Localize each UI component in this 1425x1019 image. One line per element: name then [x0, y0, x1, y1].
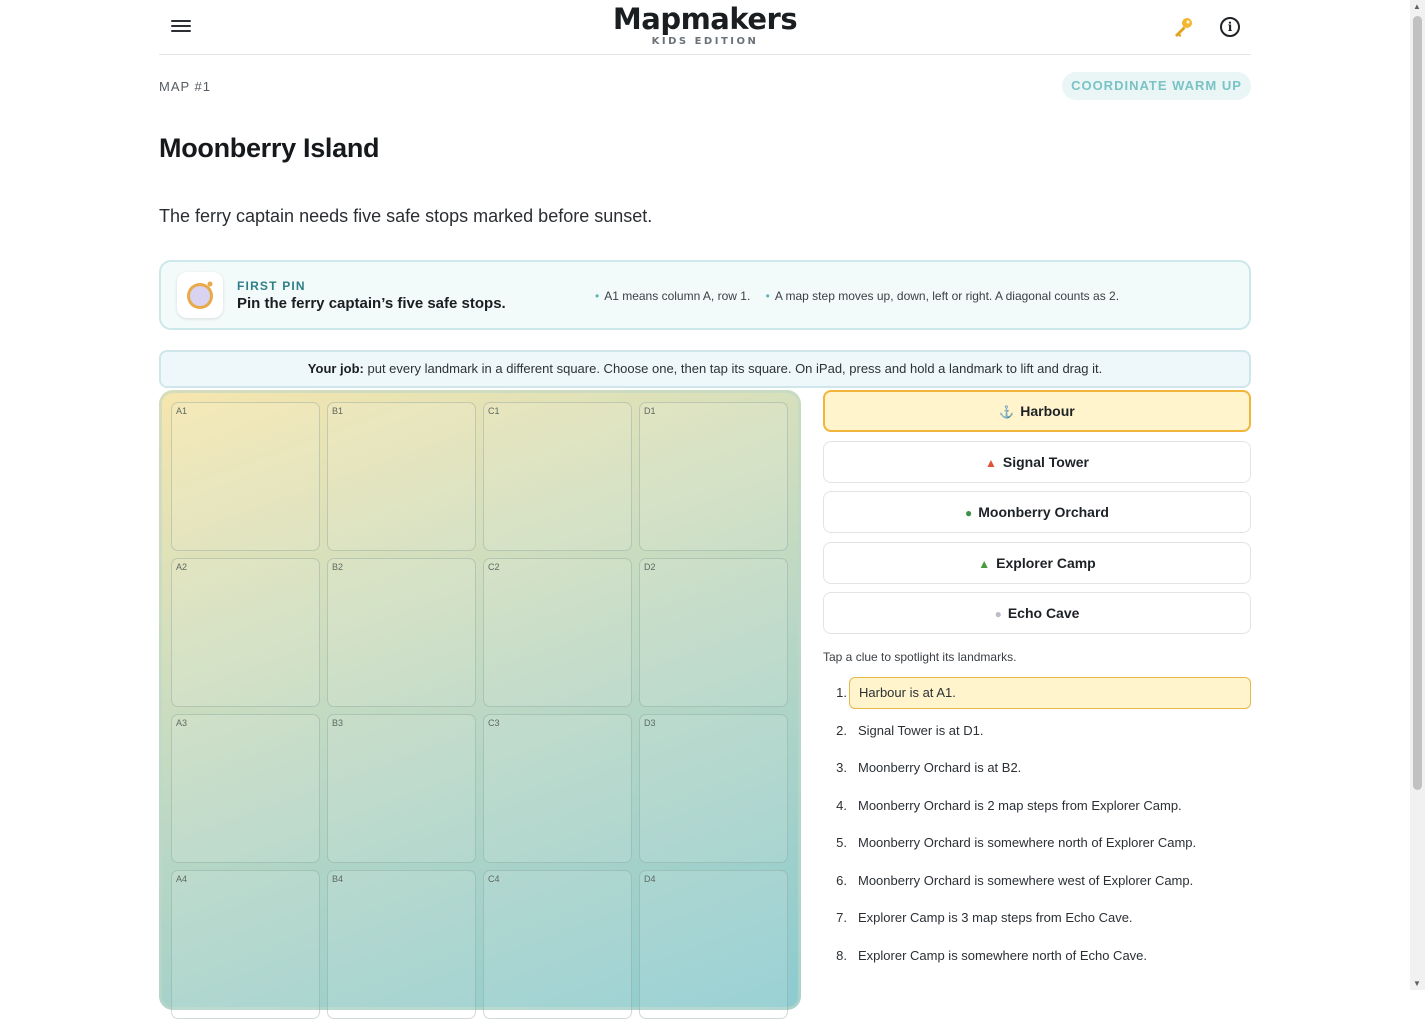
job-text: put every landmark in a different square…	[363, 361, 1103, 376]
clue-item[interactable]: 1. Harbour is at A1.	[823, 677, 1251, 709]
tree-icon: ●	[965, 506, 973, 520]
cell-coordinate-label: B1	[332, 406, 344, 416]
clue-number: 1.	[836, 685, 847, 700]
cell-coordinate-label: D3	[644, 718, 656, 728]
clue-number: 4.	[836, 797, 847, 813]
first-pin-tips: • A1 means column A, row 1. • A map step m…	[595, 289, 1131, 303]
tower-icon: ▲	[985, 455, 997, 470]
landmark-label: Explorer Camp	[996, 554, 1096, 571]
clue-item[interactable]: 5. Moonberry Orchard is somewhere north o…	[823, 827, 1251, 859]
cell-coordinate-label: A1	[176, 406, 188, 416]
clue-text: Harbour is at A1.	[849, 677, 1251, 709]
landmark-label: Moonberry Orchard	[978, 504, 1109, 520]
compass-icon	[177, 272, 223, 318]
clue-number: 8.	[836, 947, 847, 963]
clue-number: 2.	[836, 722, 847, 738]
tip-text: A1 means column A, row 1.	[604, 289, 751, 303]
clue-number: 3.	[836, 760, 847, 775]
cell-coordinate-label: D2	[644, 562, 656, 572]
landmark-label: Harbour	[1020, 403, 1075, 419]
key-icon[interactable]	[1171, 15, 1195, 39]
cell-coordinate-label: D4	[644, 874, 656, 884]
clue-item[interactable]: 3. Moonberry Orchard is at B2.	[823, 752, 1251, 784]
tent-icon: ▲	[978, 556, 991, 571]
landmark-moonberry-orchard-button[interactable]: ● Moonberry Orchard	[823, 491, 1251, 533]
brand: Mapmakers KIDS EDITION	[159, 2, 1251, 48]
landmark-explorer-camp-button[interactable]: ▲ Explorer Camp	[823, 541, 1251, 584]
app-header: Mapmakers KIDS EDITION i	[159, 0, 1251, 55]
cell-coordinate-label: A4	[176, 874, 188, 884]
map-number-label: MAP #1	[159, 79, 212, 94]
cell-coordinate-label: D1	[644, 406, 656, 416]
clue-text: Moonberry Orchard is at B2.	[858, 760, 1022, 775]
scroll-down-arrow-icon[interactable]: ▼	[1413, 979, 1421, 988]
landmark-label: Echo Cave	[1007, 605, 1080, 621]
cell-coordinate-label: A2	[176, 562, 188, 572]
grid-cell-a2[interactable]: A2	[171, 558, 320, 707]
anchor-icon: ⚓	[999, 405, 1015, 419]
vertical-scrollbar[interactable]: ▲ ▼	[1410, 0, 1425, 990]
cell-coordinate-label: C3	[488, 718, 500, 728]
grid-cell-c3[interactable]: C3	[483, 714, 632, 863]
first-pin-headline: Pin the ferry captain’s five safe stops.	[237, 295, 506, 312]
cell-coordinate-label: C1	[488, 406, 500, 416]
grid-cell-b3[interactable]: B3	[327, 714, 476, 863]
page-title: Moonberry Island	[159, 133, 380, 163]
grid-cell-b4[interactable]: B4	[327, 870, 476, 1019]
clue-text: Signal Tower is at D1.	[858, 722, 984, 738]
grid-cell-c4[interactable]: C4	[483, 870, 632, 1019]
tip-text: A map step moves up, down, left or right…	[774, 289, 1120, 303]
clue-text: Moonberry Orchard is somewhere north of …	[858, 835, 1197, 850]
first-pin-card: FIRST PIN Pin the ferry captain’s five s…	[159, 260, 1251, 330]
bullet-icon: •	[595, 289, 600, 303]
scrollbar-thumb[interactable]	[1413, 16, 1422, 790]
first-pin-eyebrow: FIRST PIN	[237, 279, 306, 293]
job-banner: Your job: put every landmark in a differ…	[159, 350, 1251, 388]
grid-cell-a4[interactable]: A4	[171, 870, 320, 1019]
clue-item[interactable]: 7. Explorer Camp is 3 map steps from Echo…	[823, 902, 1251, 934]
map-grid: A1 B1 C1 D1 A2 B2 C2 D2 A3 B3 C3 D3 A4 B4 C4 D4	[159, 390, 801, 1019]
clue-text: Moonberry Orchard is somewhere west of E…	[858, 872, 1194, 888]
coordinate-warm-up-button[interactable]: COORDINATE WARM UP	[1062, 72, 1251, 100]
landmark-label: Signal Tower	[1002, 453, 1089, 470]
clue-number: 6.	[836, 872, 847, 888]
job-label: Your job:	[307, 361, 364, 376]
brand-title: Mapmakers	[612, 2, 798, 36]
clue-number: 7.	[836, 910, 847, 925]
cell-coordinate-label: C4	[488, 874, 500, 884]
clue-item[interactable]: 2. Signal Tower is at D1.	[823, 715, 1251, 747]
cell-coordinate-label: B2	[332, 562, 344, 572]
cave-icon: ●	[994, 607, 1002, 621]
intro-text: The ferry captain needs five safe stops …	[159, 206, 653, 226]
clue-text: Explorer Camp is somewhere north of Echo…	[858, 947, 1148, 963]
landmark-harbour-button[interactable]: ⚓ Harbour	[823, 390, 1251, 432]
info-icon[interactable]: i	[1220, 17, 1240, 37]
cell-coordinate-label: C2	[488, 562, 500, 572]
landmark-echo-cave-button[interactable]: ● Echo Cave	[823, 592, 1251, 634]
grid-cell-a1[interactable]: A1	[171, 402, 320, 551]
clue-text: Explorer Camp is 3 map steps from Echo C…	[858, 910, 1133, 925]
clue-item[interactable]: 4. Moonberry Orchard is 2 map steps from …	[823, 790, 1251, 822]
grid-cell-d2[interactable]: D2	[639, 558, 788, 707]
bullet-icon: •	[765, 289, 770, 303]
grid-cell-d1[interactable]: D1	[639, 402, 788, 551]
brand-subtitle: KIDS EDITION	[651, 36, 759, 47]
grid-cell-b1[interactable]: B1	[327, 402, 476, 551]
grid-cell-d3[interactable]: D3	[639, 714, 788, 863]
cell-coordinate-label: B4	[332, 874, 344, 884]
grid-cell-d4[interactable]: D4	[639, 870, 788, 1019]
clue-hint: Tap a clue to spotlight its landmarks.	[823, 650, 1017, 664]
clue-item[interactable]: 6. Moonberry Orchard is somewhere west of…	[823, 865, 1251, 897]
scroll-up-arrow-icon[interactable]: ▲	[1413, 2, 1421, 11]
clue-text: Moonberry Orchard is 2 map steps from Ex…	[858, 797, 1182, 813]
grid-cell-c1[interactable]: C1	[483, 402, 632, 551]
grid-cell-b2[interactable]: B2	[327, 558, 476, 707]
cell-coordinate-label: A3	[176, 718, 188, 728]
landmark-signal-tower-button[interactable]: ▲ Signal Tower	[823, 440, 1251, 483]
grid-cell-c2[interactable]: C2	[483, 558, 632, 707]
cell-coordinate-label: B3	[332, 718, 344, 728]
grid-cell-a3[interactable]: A3	[171, 714, 320, 863]
clue-item[interactable]: 8. Explorer Camp is somewhere north of Ec…	[823, 940, 1251, 972]
clue-number: 5.	[836, 835, 847, 850]
